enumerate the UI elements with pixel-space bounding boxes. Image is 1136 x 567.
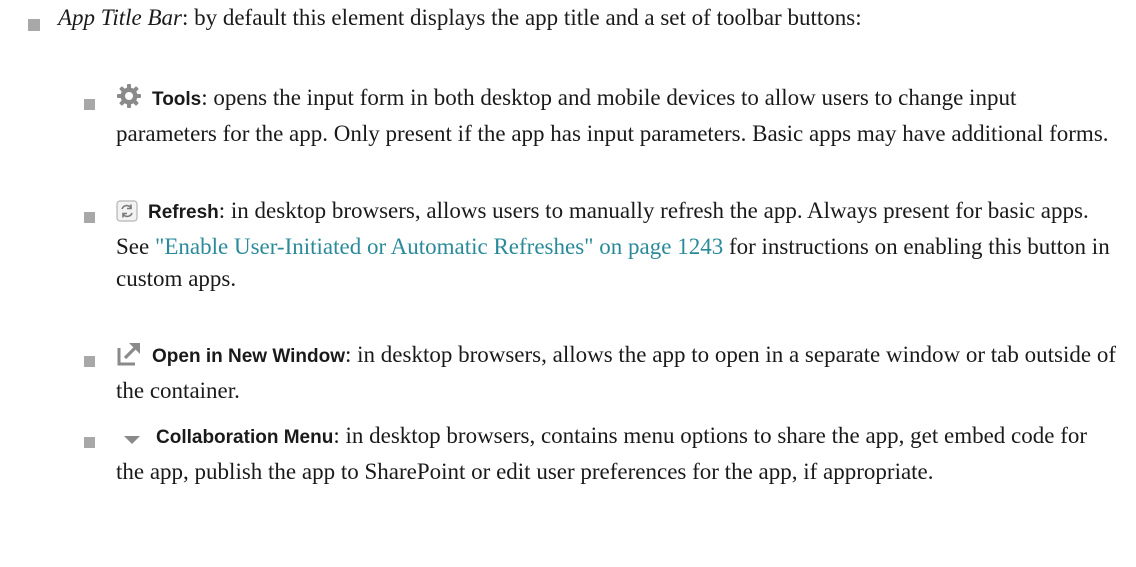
list-bullet <box>84 99 95 110</box>
document-page: App Title Bar: by default this element d… <box>0 0 1136 567</box>
list-bullet <box>84 356 95 367</box>
chevron-down-icon <box>122 424 142 456</box>
intro-text: : by default this element displays the a… <box>181 5 862 30</box>
intro-paragraph: App Title Bar: by default this element d… <box>58 2 1098 34</box>
list-bullet <box>84 212 95 223</box>
refresh-label: Refresh <box>148 202 219 223</box>
open-new-window-label: Open in New Window <box>152 346 345 367</box>
list-bullet <box>28 19 40 31</box>
tools-label: Tools <box>152 89 202 110</box>
app-title-bar-term: App Title Bar <box>58 5 182 30</box>
tools-description: : opens the input form in both desktop a… <box>116 85 1109 146</box>
gear-icon <box>116 83 142 118</box>
list-bullet <box>84 437 95 448</box>
collaboration-menu-label: Collaboration Menu <box>156 427 334 448</box>
cross-reference-link[interactable]: "Enable User-Initiated or Automatic Refr… <box>155 234 723 259</box>
refresh-icon <box>116 199 138 231</box>
open-new-window-icon <box>116 340 142 375</box>
